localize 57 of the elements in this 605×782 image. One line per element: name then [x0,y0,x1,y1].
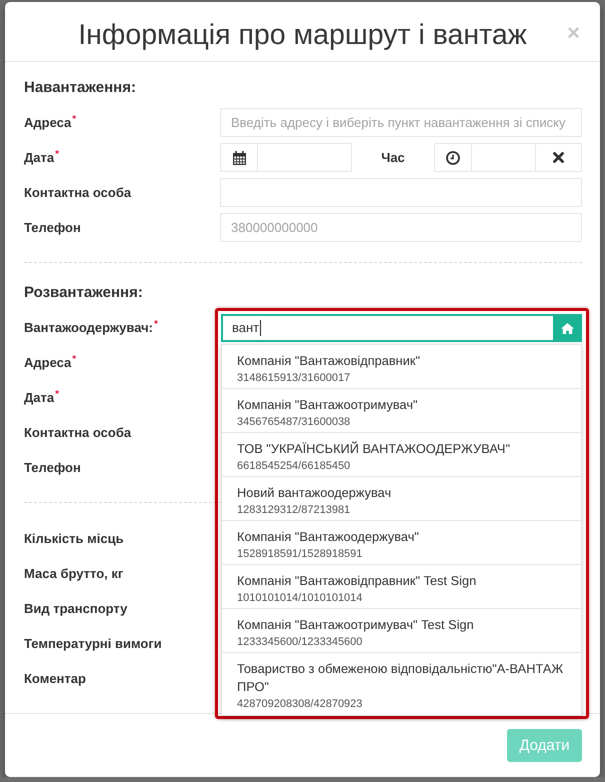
time-field[interactable] [471,143,536,172]
company-name: Компанія "Вантажоодержувач" [237,528,420,546]
suggestion-item[interactable]: Товариство з обмеженою відповідальністю"А-ВАНТАЖ ПРО" 428709208308/42870923 [222,653,581,715]
company-name: ТОВ "УКРАЇНСЬКИЙ ВАНТАЖООДЕРЖУВАЧ" [237,440,511,458]
company-name: Товариство з обмеженою відповідальністю"А-ВАНТАЖ ПРО" [237,660,564,696]
clock-icon [446,150,460,164]
company-code: 428709208308/42870923 [237,697,364,712]
company-name: Компанія "Вантажоотримувач" Test Sign [237,616,475,634]
section-heading: Розвантаження: [24,283,144,303]
field-label: Коментар [24,671,87,686]
suggestion-item[interactable]: Компанія "Вантажовідправник" Test Sign 1010101014/1010101014 [222,565,581,609]
suggestion-item[interactable]: Компанія "Вантажовідправник" 3148615913/31600017 [222,345,581,389]
field-label: Кількість місць [24,531,125,546]
house-icon [561,322,574,334]
field-label: Контактна особа [24,425,132,440]
company-code: 1010101014/1010101014 [237,591,364,606]
suggestion-item[interactable]: Новий вантажоодержувач 1283129312/87213981 [222,477,581,521]
company-code: 6618545254/66185450 [237,459,352,474]
field-label: Маса брутто, кг [24,566,124,581]
suggestion-item[interactable]: Компанія "Вантажоодержувач" 1528918591/1528918591 [222,521,581,565]
field-label: Телефон [24,220,82,235]
text-field[interactable]: Введіть адресу і виберіть пункт навантаження зі списку [220,108,582,137]
field-label: Телефон [24,460,82,475]
search-field[interactable]: вант [221,314,553,342]
close-icon [553,152,564,163]
text-field[interactable] [220,178,582,207]
suggestion-item[interactable]: Компанія "Вантажоотримувач" Test Sign 1233345600/1233345600 [222,609,581,653]
suggestion-item[interactable]: Компанія "Вантажоотримувач" 3456765487/31600038 [222,389,581,433]
company-name: Компанія "Вантажовідправник" [237,352,422,370]
date-field[interactable] [257,143,352,172]
field-label: Адреса$^{*}$ [24,115,78,130]
company-name: Компанія "Вантажоотримувач" [237,396,419,414]
time-label: Час [380,149,406,167]
dialog-title: Інформація про маршрут і вантаж [77,18,528,52]
field-label: Контактна особа [24,185,132,200]
text-field[interactable]: 380000000000 [220,213,582,242]
clock-button[interactable] [434,143,472,172]
field-label: Дата$^{*}$ [24,390,60,405]
field-label: Вантажоодержувач:$^{*}$ [24,320,159,335]
clear-button[interactable] [535,143,582,172]
text-cursor [260,320,262,336]
calendar-button[interactable] [220,143,258,172]
suggestion-item[interactable]: ТОВ "УКРАЇНСЬКИЙ ВАНТАЖООДЕРЖУВАЧ" 6618545254/66185450 [222,433,581,477]
company-code: 3148615913/31600017 [237,371,352,386]
field-label: Адреса$^{*}$ [24,355,78,370]
home-button[interactable] [553,314,582,342]
field-label: Вид транспорту [24,601,128,616]
company-code: 1283129312/87213981 [237,503,352,518]
field-label: Дата$^{*}$ [24,150,60,165]
company-code: 1528918591/1528918591 [237,547,364,562]
company-name: Новий вантажоодержувач [237,484,392,502]
calendar-icon [232,150,246,164]
section-heading: Навантаження: [24,78,137,98]
company-name: Компанія "Вантажовідправник" Test Sign [237,572,478,590]
company-code: 3456765487/31600038 [237,415,352,430]
field-label: Температурні вимоги [24,636,163,651]
company-code: 1233345600/1233345600 [237,635,364,650]
